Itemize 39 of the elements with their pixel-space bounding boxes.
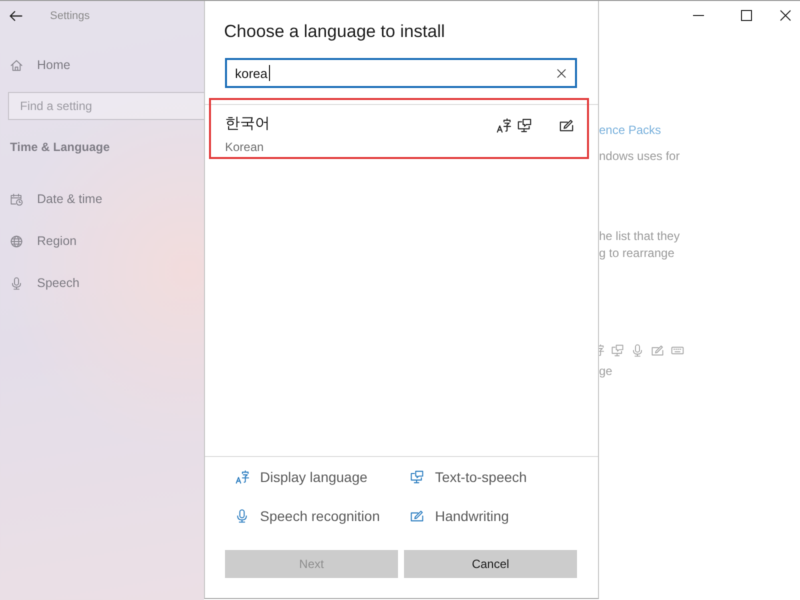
home-icon bbox=[10, 58, 23, 72]
search-field[interactable]: Find a setting bbox=[8, 92, 204, 120]
calendar-clock-icon bbox=[10, 192, 23, 206]
monitor-speech-icon bbox=[611, 344, 624, 357]
display-language-icon bbox=[235, 470, 249, 484]
search-field[interactable]: korea bbox=[225, 58, 577, 88]
caption-text: ge bbox=[599, 363, 612, 380]
handwriting-icon bbox=[651, 344, 664, 357]
nav-item[interactable]: Date & time bbox=[0, 184, 204, 214]
clear-icon bbox=[556, 68, 566, 78]
legend-label: Handwriting bbox=[435, 508, 509, 524]
microphone-icon bbox=[10, 276, 23, 290]
handwriting-icon bbox=[410, 509, 424, 523]
keyboard-icon bbox=[671, 344, 684, 357]
close-icon bbox=[780, 10, 790, 21]
window-title: Settings bbox=[50, 10, 90, 22]
maximize-icon bbox=[740, 10, 752, 21]
section-title: Time & Language bbox=[9, 139, 111, 155]
legend-label: Display language bbox=[260, 469, 368, 485]
nav-item[interactable]: Region bbox=[0, 226, 204, 256]
minimize-icon bbox=[692, 15, 704, 16]
language-list-item[interactable]: 한국어 Korean bbox=[205, 105, 598, 163]
description-text: ndows uses for bbox=[599, 148, 680, 165]
globe-icon bbox=[10, 234, 23, 248]
nav-item[interactable]: Speech bbox=[0, 268, 204, 298]
legend-label: Text-to-speech bbox=[435, 469, 527, 485]
microphone-icon bbox=[631, 344, 644, 357]
link-text[interactable]: ence Packs bbox=[599, 122, 662, 139]
cancel-button[interactable]: Cancel bbox=[404, 550, 577, 578]
description-text: he list that they bbox=[599, 228, 680, 245]
dialog-title: Choose a language to install bbox=[224, 20, 446, 43]
monitor-speech-icon bbox=[410, 470, 424, 484]
back-arrow-icon bbox=[9, 8, 23, 22]
legend-label: Speech recognition bbox=[260, 508, 380, 524]
text-cursor-icon bbox=[268, 65, 270, 81]
display-language-icon bbox=[599, 344, 604, 357]
home-nav-item[interactable]: Home bbox=[0, 50, 204, 80]
microphone-icon bbox=[235, 509, 249, 523]
description-text: g to rearrange bbox=[599, 245, 674, 262]
